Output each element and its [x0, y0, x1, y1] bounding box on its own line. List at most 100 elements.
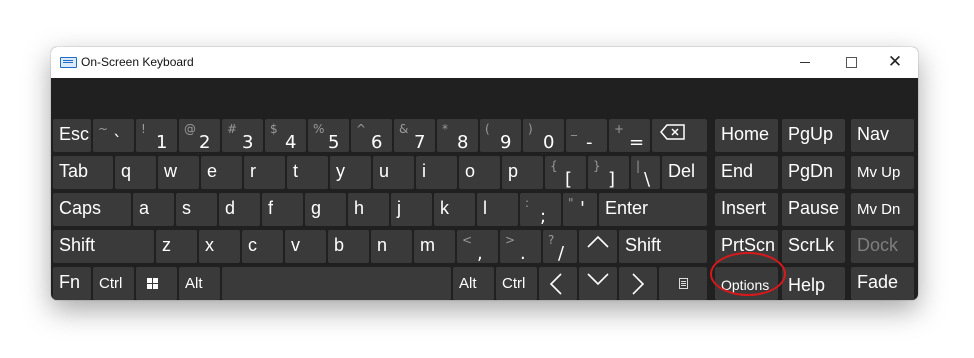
key-f[interactable]: f	[262, 193, 303, 226]
close-icon: ✕	[887, 52, 903, 72]
osk-window: On-Screen Keyboard ✕ Esc ~ ` ! 1 @2 #3 $4 …	[51, 47, 918, 300]
key-8[interactable]: * 8	[437, 119, 478, 153]
key-g[interactable]: g	[305, 193, 346, 226]
key-v[interactable]: v	[285, 230, 326, 263]
key-x[interactable]: x	[199, 230, 240, 263]
key-period[interactable]: >.	[500, 230, 541, 264]
key-down-arrow[interactable]	[579, 267, 617, 300]
key-options[interactable]: Options	[715, 267, 778, 300]
key-mvdn[interactable]: Mv Dn	[851, 193, 914, 226]
key-home[interactable]: Home	[715, 119, 778, 152]
key-slash[interactable]: ? /	[543, 230, 577, 264]
key-backspace[interactable]	[652, 119, 707, 152]
key-o[interactable]: o	[459, 156, 500, 189]
key-3[interactable]: #3	[222, 119, 263, 153]
key-5[interactable]: % 5	[308, 119, 349, 153]
key-s[interactable]: s	[176, 193, 217, 226]
key-rbracket[interactable]: }]	[588, 156, 629, 190]
key-right-arrow[interactable]	[619, 267, 657, 300]
key-i[interactable]: i	[416, 156, 457, 189]
key-alt-left[interactable]: Alt	[179, 267, 220, 300]
key-semicolon[interactable]: :;	[520, 193, 561, 227]
key-lbracket[interactable]: {[	[545, 156, 586, 190]
key-w[interactable]: w	[158, 156, 199, 189]
key-7[interactable]: & 7	[394, 119, 435, 153]
key-quote[interactable]: " '	[563, 193, 597, 226]
arrow-down-icon	[587, 273, 609, 286]
key-m[interactable]: m	[414, 230, 455, 263]
key-minus[interactable]: _ -	[566, 119, 607, 153]
key-dock[interactable]: Dock	[851, 230, 914, 263]
key-tab[interactable]: Tab	[53, 156, 113, 189]
key-u[interactable]: u	[373, 156, 414, 189]
key-ctrl-right[interactable]: Ctrl	[496, 267, 537, 300]
key-fn[interactable]: Fn	[53, 267, 91, 300]
key-c[interactable]: c	[242, 230, 283, 263]
key-6[interactable]: ^ 6	[351, 119, 392, 153]
key-9[interactable]: (9	[480, 119, 521, 153]
key-tilde[interactable]: ~ `	[93, 119, 134, 153]
key-windows[interactable]	[136, 267, 177, 300]
key-1[interactable]: ! 1	[136, 119, 177, 153]
key-e[interactable]: e	[201, 156, 242, 189]
key-b[interactable]: b	[328, 230, 369, 263]
key-y[interactable]: y	[330, 156, 371, 189]
key-insert[interactable]: Insert	[715, 193, 778, 226]
title-bar[interactable]: On-Screen Keyboard ✕	[51, 47, 918, 78]
key-fade[interactable]: Fade	[851, 267, 914, 300]
key-end[interactable]: End	[715, 156, 778, 189]
key-help[interactable]: Help	[782, 267, 845, 300]
arrow-right-icon	[632, 273, 645, 295]
key-menu[interactable]	[659, 267, 707, 300]
key-pgup[interactable]: PgUp	[782, 119, 845, 152]
windows-icon	[147, 278, 159, 290]
window-title: On-Screen Keyboard	[81, 55, 194, 69]
key-n[interactable]: n	[371, 230, 412, 263]
key-z[interactable]: z	[156, 230, 197, 263]
key-comma[interactable]: <,	[457, 230, 498, 264]
key-equals[interactable]: + =	[609, 119, 650, 153]
key-q[interactable]: q	[115, 156, 156, 189]
key-alt-right[interactable]: Alt	[453, 267, 494, 300]
maximize-icon	[845, 57, 857, 68]
key-left-arrow[interactable]	[539, 267, 577, 300]
keyboard-area: Esc ~ ` ! 1 @2 #3 $4 % 5 ^ 6 & 7 * 8 (9 ) 0 _ - …	[51, 78, 918, 300]
key-2[interactable]: @2	[179, 119, 220, 153]
key-d[interactable]: d	[219, 193, 260, 226]
key-k[interactable]: k	[434, 193, 475, 226]
key-scrlk[interactable]: ScrLk	[782, 230, 845, 263]
key-h[interactable]: h	[348, 193, 389, 226]
key-4[interactable]: $4	[265, 119, 306, 153]
key-mvup[interactable]: Mv Up	[851, 156, 914, 189]
key-l[interactable]: l	[477, 193, 518, 226]
key-nav[interactable]: Nav	[851, 119, 914, 152]
arrow-up-icon	[587, 235, 609, 248]
keyboard-icon	[60, 57, 77, 68]
key-0[interactable]: ) 0	[523, 119, 564, 153]
key-a[interactable]: a	[133, 193, 174, 226]
key-shift-left[interactable]: Shift	[53, 230, 154, 263]
context-menu-icon	[679, 278, 688, 289]
key-j[interactable]: j	[391, 193, 432, 226]
key-esc[interactable]: Esc	[53, 119, 91, 152]
key-pause[interactable]: Pause	[782, 193, 845, 226]
key-del[interactable]: Del	[662, 156, 707, 189]
backspace-icon	[660, 124, 685, 140]
minimize-button[interactable]	[782, 47, 828, 78]
key-r[interactable]: r	[244, 156, 285, 189]
key-p[interactable]: p	[502, 156, 543, 189]
arrow-left-icon	[549, 273, 562, 295]
key-backslash[interactable]: | \	[631, 156, 660, 190]
key-caps[interactable]: Caps	[53, 193, 131, 226]
key-shift-right[interactable]: Shift	[619, 230, 707, 263]
maximize-button[interactable]	[828, 47, 874, 78]
minimize-icon	[800, 62, 810, 63]
key-ctrl-left[interactable]: Ctrl	[93, 267, 134, 300]
close-button[interactable]: ✕	[872, 47, 918, 78]
key-enter[interactable]: Enter	[599, 193, 707, 226]
key-t[interactable]: t	[287, 156, 328, 189]
key-pgdn[interactable]: PgDn	[782, 156, 845, 189]
key-space[interactable]	[222, 267, 451, 300]
key-prtscn[interactable]: PrtScn	[715, 230, 778, 263]
key-up-arrow[interactable]	[579, 230, 617, 263]
